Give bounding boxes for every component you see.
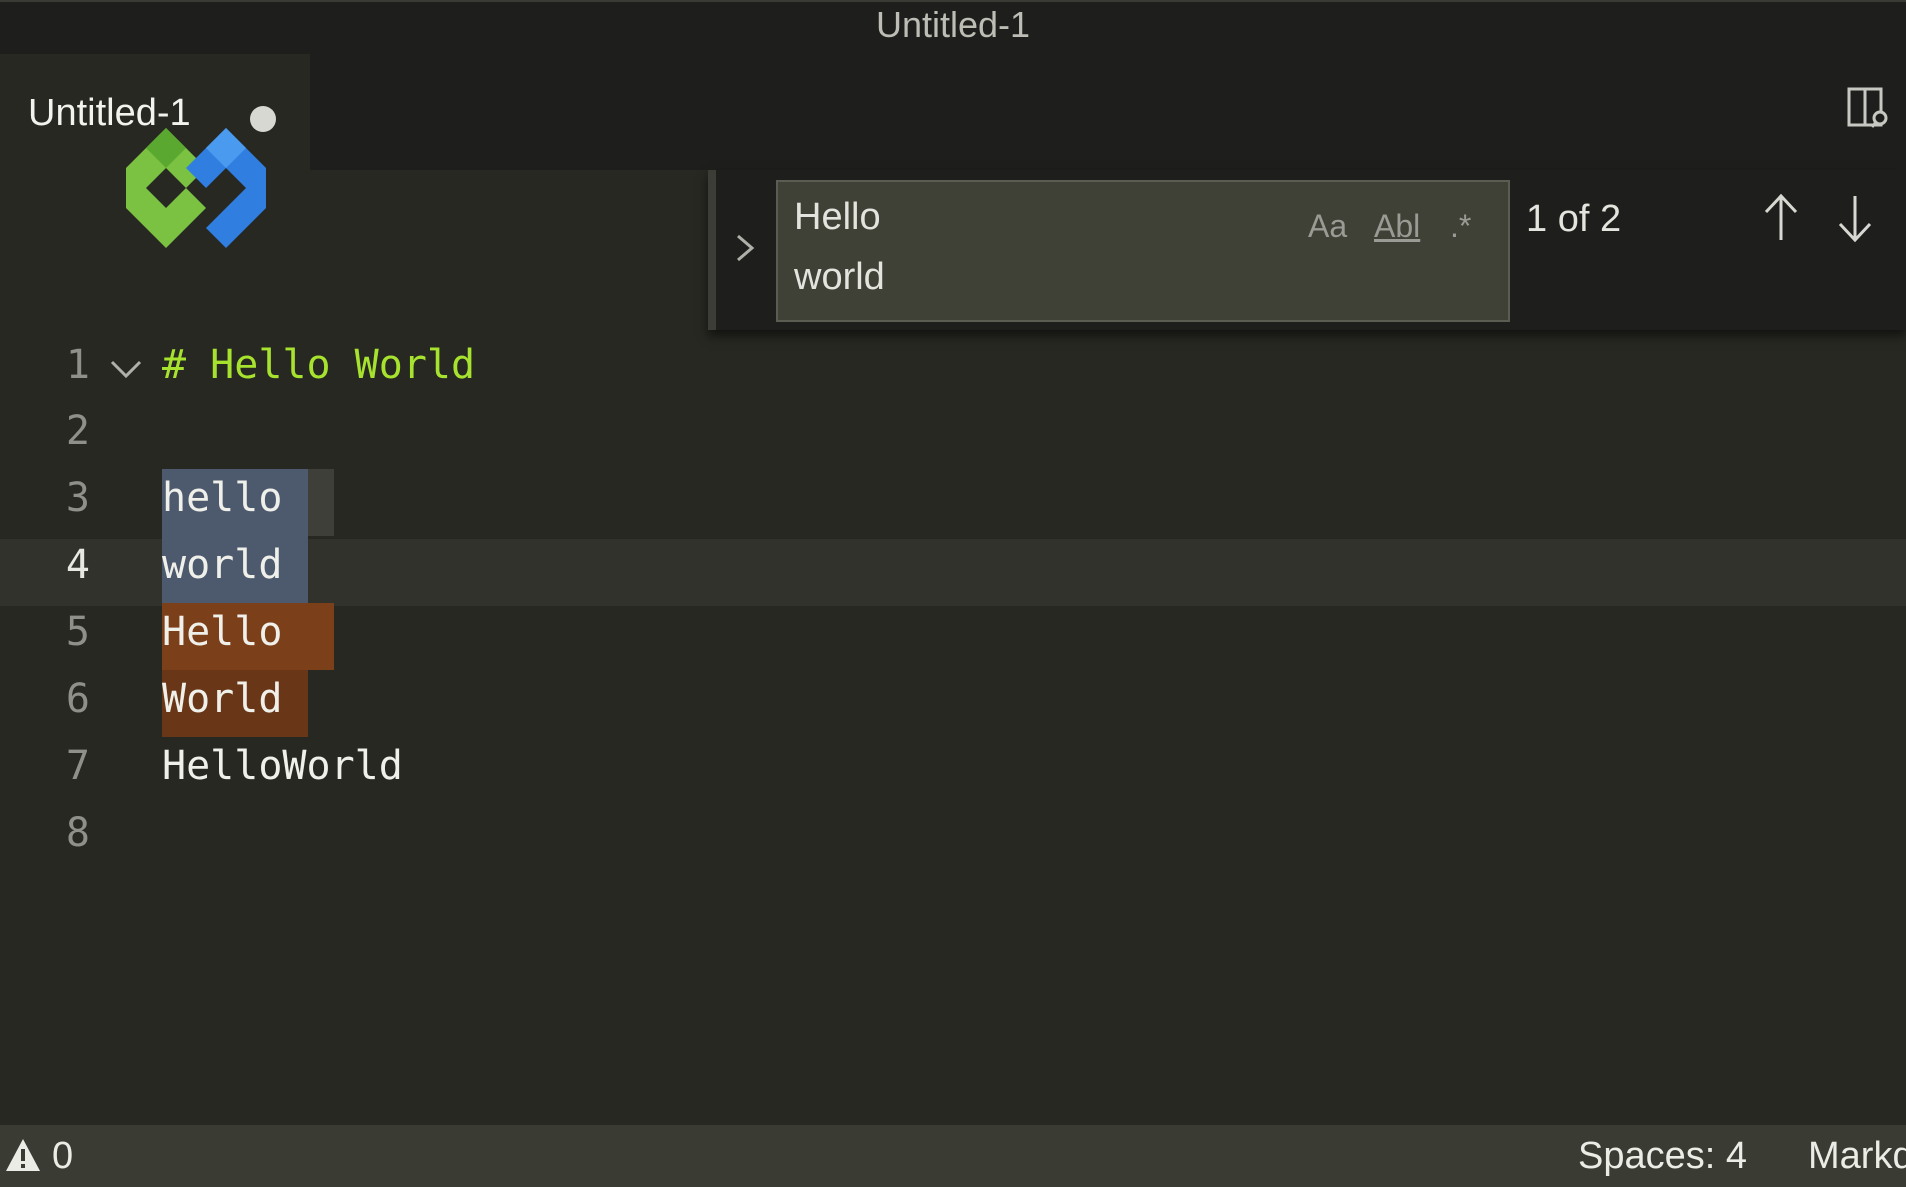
code-line[interactable]: HelloWorld (162, 743, 403, 789)
arrow-down-icon[interactable] (1832, 190, 1878, 246)
language-mode-status[interactable]: Markdown (1808, 1135, 1906, 1178)
line-number: 2 (65, 408, 90, 454)
match-case-toggle[interactable]: Aa (1308, 208, 1347, 245)
arrow-up-icon[interactable] (1758, 190, 1804, 246)
chevron-right-icon[interactable] (730, 228, 760, 268)
tab-bar: Untitled-1 (0, 46, 1906, 170)
match-count: 1 of 2 (1526, 198, 1622, 240)
line-number: 3 (65, 475, 90, 521)
code-line[interactable]: # Hello World (162, 342, 475, 388)
selection-highlight-eol (308, 469, 334, 536)
line-number: 1 (65, 342, 90, 388)
title-bar: Untitled-1 (0, 0, 1906, 46)
line-number: 6 (65, 676, 90, 722)
find-widget-sash[interactable] (708, 170, 716, 330)
logo-icon (126, 128, 266, 248)
find-widget: Hello world Aa Abl .* 1 of 2 (708, 170, 1906, 330)
line-number: 7 (65, 743, 90, 789)
line-number: 5 (65, 609, 90, 655)
status-bar: 0 Spaces: 4 Markdown (0, 1125, 1906, 1187)
indentation-status[interactable]: Spaces: 4 (1578, 1135, 1747, 1178)
find-input[interactable]: Hello world Aa Abl .* (776, 180, 1510, 322)
code-line[interactable]: Hello (162, 609, 282, 655)
warning-icon[interactable] (4, 1137, 42, 1173)
find-query-line: Hello (794, 196, 881, 238)
line-number: 8 (65, 810, 90, 856)
window-title: Untitled-1 (875, 4, 1031, 45)
code-line[interactable]: hello (162, 475, 282, 521)
split-editor-icon[interactable] (1846, 86, 1890, 130)
chevron-down-icon[interactable] (106, 348, 146, 388)
line-number: 4 (65, 542, 90, 588)
find-query-line: world (794, 256, 885, 298)
warning-count[interactable]: 0 (52, 1135, 73, 1178)
regex-toggle[interactable]: .* (1450, 208, 1471, 245)
whole-word-toggle[interactable]: Abl (1374, 208, 1420, 245)
code-line[interactable]: World (162, 676, 282, 722)
code-line[interactable]: world (162, 542, 282, 588)
